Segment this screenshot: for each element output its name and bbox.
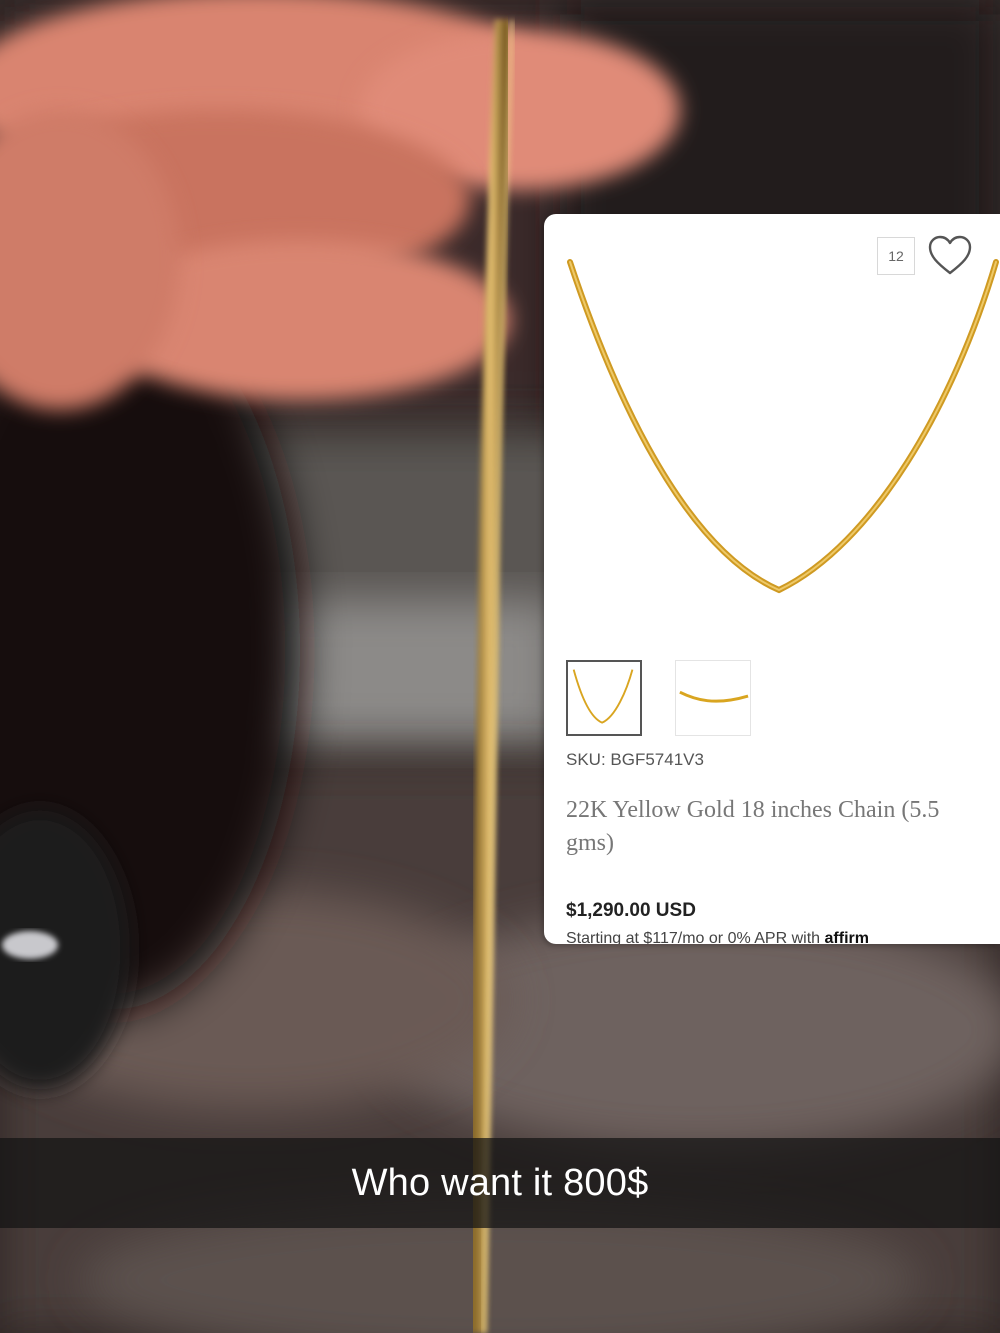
affirm-logo[interactable]: affirm bbox=[825, 930, 869, 944]
product-price: $1,290.00 USD bbox=[566, 900, 696, 921]
product-title[interactable]: 22K Yellow Gold 18 inches Chain (5.5 gms… bbox=[566, 794, 976, 860]
financing-info[interactable]: Starting at $117/mo or 0% APR with affir… bbox=[566, 930, 869, 944]
product-sku: SKU: BGF5741V3 bbox=[566, 750, 704, 769]
caption-bar: Who want it 800$ bbox=[0, 1138, 1000, 1228]
thumbnail-side[interactable] bbox=[675, 660, 751, 736]
financing-text: Starting at $117/mo or 0% APR with bbox=[566, 930, 821, 944]
thumbnail-front[interactable] bbox=[566, 660, 642, 736]
product-card[interactable]: 12 SKU: BGF5741V3 22K Yellow Gold 18 inc… bbox=[544, 214, 1000, 944]
caption-text: Who want it 800$ bbox=[351, 1161, 649, 1204]
product-main-image[interactable] bbox=[544, 244, 1000, 604]
